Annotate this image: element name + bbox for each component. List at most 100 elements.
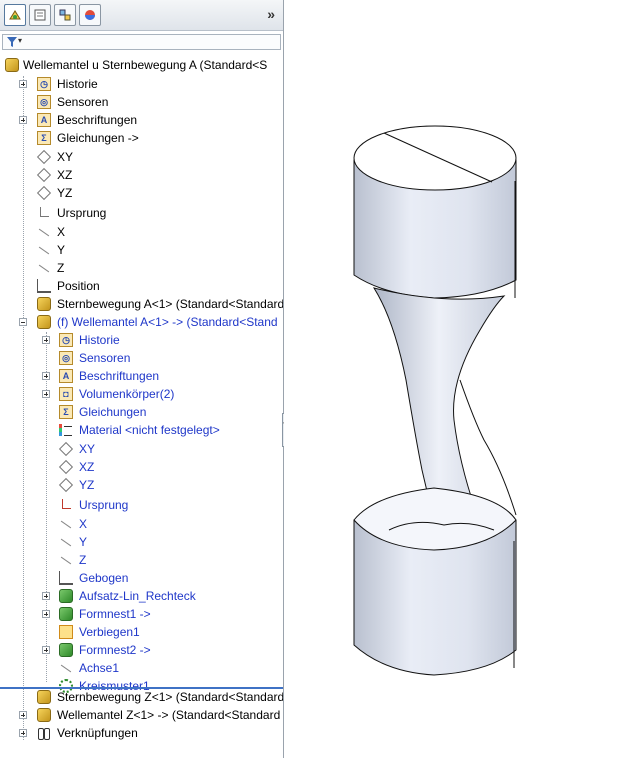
tree-item-formnest1[interactable]: Formnest1 -> (0, 605, 283, 623)
axis-icon (38, 264, 50, 273)
tree-item-position[interactable]: Position (0, 277, 283, 295)
appearance-tab[interactable] (79, 4, 101, 26)
origin-icon (40, 207, 49, 217)
tree-item-label: Z (57, 261, 65, 275)
tree-filter-bar[interactable]: ▾ (2, 34, 281, 50)
expand-toggle[interactable] (19, 80, 27, 88)
extrude-icon (59, 589, 73, 603)
component-icon (37, 297, 51, 311)
origin-icon (62, 499, 71, 509)
tree-item-plane-xy-sub[interactable]: XY (0, 440, 283, 458)
equation-icon: Σ (59, 405, 73, 419)
configurationmanager-tab[interactable] (54, 4, 76, 26)
expand-toggle[interactable] (19, 729, 27, 737)
tree-item-volumenkoerper[interactable]: ◘ Volumenkörper(2) (0, 385, 283, 403)
tree-item-achse1[interactable]: Achse1 (0, 659, 283, 677)
tree-item-plane-yz-sub[interactable]: YZ (0, 476, 283, 494)
tree-item-ursprung[interactable]: Ursprung (0, 204, 283, 222)
tree-item-gebogen[interactable]: Gebogen (0, 569, 283, 587)
chevron-down-icon[interactable]: ▾ (18, 36, 22, 45)
collapse-toggle[interactable] (19, 318, 27, 326)
component-icon (37, 315, 51, 329)
axis-icon (60, 664, 72, 673)
tree-item-axis-x-sub[interactable]: X (0, 515, 283, 533)
expand-toggle[interactable] (19, 116, 27, 124)
tree-item-label: XZ (57, 168, 73, 182)
sketch-icon (37, 279, 51, 293)
more-tabs-button[interactable]: » (267, 6, 275, 22)
expand-toggle[interactable] (42, 336, 50, 344)
tree-item-label: X (79, 517, 88, 531)
tree-item-sternbewegung-z[interactable]: Sternbewegung Z<1> (Standard<Standard (0, 688, 283, 706)
axis-icon (38, 228, 50, 237)
expand-toggle[interactable] (42, 592, 50, 600)
tree-item-aufsatz[interactable]: Aufsatz-Lin_Rechteck (0, 587, 283, 605)
sensor-icon: ◎ (37, 95, 51, 109)
tree-item-verknuepfungen[interactable]: Verknüpfungen (0, 724, 283, 742)
tree-item-ursprung-sub[interactable]: Ursprung (0, 496, 283, 514)
tree-item-label: Formnest2 -> (79, 643, 151, 657)
tree-item-gleichungen[interactable]: Σ Gleichungen -> (0, 129, 283, 147)
annotation-icon: A (59, 369, 73, 383)
tree-item-sensoren[interactable]: ◎ Sensoren (0, 93, 283, 111)
rollback-bar[interactable] (0, 687, 283, 689)
tree-item-label: YZ (79, 478, 95, 492)
tree-item-plane-xy[interactable]: XY (0, 148, 283, 166)
propertymanager-tab[interactable] (29, 4, 51, 26)
tree-item-label: Gleichungen (79, 405, 147, 419)
tree-item-axis-z[interactable]: Z (0, 259, 283, 277)
tree-item-historie[interactable]: ◷ Historie (0, 75, 283, 93)
tree-item-label: XY (79, 442, 96, 456)
tree-root-assembly[interactable]: Wellemantel u Sternbewegung A (Standard<… (0, 56, 283, 74)
graphics-viewport[interactable] (284, 0, 629, 758)
tree-item-axis-x[interactable]: X (0, 223, 283, 241)
sensor-icon: ◎ (59, 351, 73, 365)
tree-item-plane-yz[interactable]: YZ (0, 184, 283, 202)
tree-item-formnest2[interactable]: Formnest2 -> (0, 641, 283, 659)
expand-toggle[interactable] (42, 372, 50, 380)
tree-item-label: Ursprung (79, 498, 129, 512)
tree-item-axis-z-sub[interactable]: Z (0, 551, 283, 569)
axis-icon (38, 246, 50, 255)
tree-item-plane-xz-sub[interactable]: XZ (0, 458, 283, 476)
tree-item-historie-sub[interactable]: ◷ Historie (0, 331, 283, 349)
tree-item-beschriftungen-sub[interactable]: A Beschriftungen (0, 367, 283, 385)
tree-item-wellemantel-z[interactable]: Wellemantel Z<1> -> (Standard<Standard (0, 706, 283, 724)
expand-toggle[interactable] (19, 711, 27, 719)
upper-cylinder-top-face (353, 125, 517, 191)
tree-item-label: Gebogen (79, 571, 129, 585)
tree-item-label: XY (57, 150, 74, 164)
expand-toggle[interactable] (42, 646, 50, 654)
tree-item-wellemantel-a[interactable]: (f) Wellemantel A<1> -> (Standard<Stand (0, 313, 283, 331)
plane-icon (58, 459, 74, 475)
tree-item-axis-y[interactable]: Y (0, 241, 283, 259)
tree-item-label: Position (57, 279, 100, 293)
expand-toggle[interactable] (42, 610, 50, 618)
tree-item-axis-y-sub[interactable]: Y (0, 533, 283, 551)
plane-icon (58, 477, 74, 493)
sheet-metal-icon (59, 571, 73, 585)
cavity-icon (59, 607, 73, 621)
tree-item-verbiegen1[interactable]: Verbiegen1 (0, 623, 283, 641)
cavity-icon (59, 643, 73, 657)
tree-item-sternbewegung-a[interactable]: Sternbewegung A<1> (Standard<Standard (0, 295, 283, 313)
expand-toggle[interactable] (42, 390, 50, 398)
tree-item-label: Y (79, 535, 88, 549)
tree-item-plane-xz[interactable]: XZ (0, 166, 283, 184)
tree-item-gleichungen-sub[interactable]: Σ Gleichungen (0, 403, 283, 421)
tree-item-label: Historie (57, 77, 98, 91)
tree-item-beschriftungen[interactable]: A Beschriftungen (0, 111, 283, 129)
tree-item-label: Sensoren (79, 351, 131, 365)
filter-icon[interactable] (7, 37, 17, 47)
tree-item-sensoren-sub[interactable]: ◎ Sensoren (0, 349, 283, 367)
tree-item-label: (f) Wellemantel A<1> -> (Standard<Stand (57, 315, 278, 329)
tree-item-label: Beschriftungen (79, 369, 160, 383)
featuremanager-tab[interactable] (4, 4, 26, 26)
panel-tab-bar: » (0, 0, 283, 31)
tree-item-material[interactable]: Material <nicht festgelegt> (0, 421, 283, 439)
annotation-icon: A (37, 113, 51, 127)
axis-icon (60, 556, 72, 565)
flex-icon (59, 625, 73, 639)
3d-part-model[interactable] (284, 0, 629, 758)
equation-icon: Σ (37, 131, 51, 145)
